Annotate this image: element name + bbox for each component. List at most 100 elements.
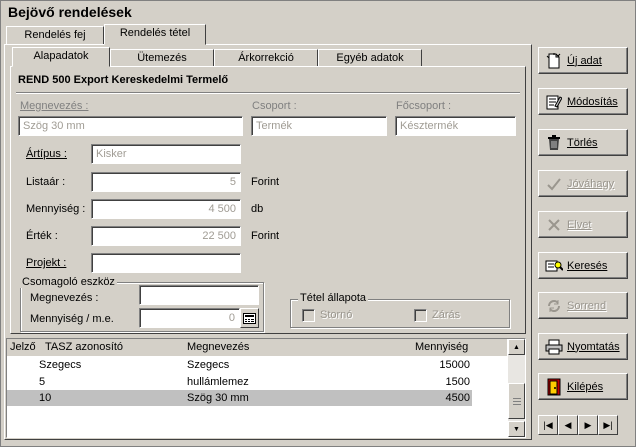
scroll-thumb[interactable] bbox=[508, 383, 525, 419]
torles-label: Törlés bbox=[567, 136, 598, 149]
artipus-field[interactable]: Kisker bbox=[91, 144, 241, 164]
row-tasz: 5 bbox=[39, 376, 46, 388]
tab-alapadatok[interactable]: Alapadatok bbox=[12, 47, 110, 67]
cancel-icon bbox=[545, 216, 563, 234]
csoport-field[interactable]: Termék bbox=[251, 116, 387, 136]
elvet-button[interactable]: Elvet bbox=[538, 211, 628, 238]
mennyiseg-label: Mennyiség : bbox=[26, 203, 86, 215]
nyomtatas-button[interactable]: Nyomtatás bbox=[538, 333, 628, 360]
calculator-icon bbox=[243, 312, 256, 324]
megnevezes-label: Megnevezés : bbox=[20, 100, 89, 112]
packaging-qty-field[interactable]: 0 bbox=[139, 308, 240, 328]
row-megnevezes: Szög 30 mm bbox=[187, 392, 249, 404]
ertek-label: Érték : bbox=[26, 230, 58, 242]
focsoport-label: Főcsoport : bbox=[396, 100, 452, 112]
modositas-button[interactable]: Módosítás bbox=[538, 88, 628, 115]
tab-rendeles-fej[interactable]: Rendelés fej bbox=[6, 26, 104, 45]
mennyiseg-field[interactable]: 4 500 bbox=[91, 199, 241, 219]
new-document-icon bbox=[545, 52, 563, 70]
table-row-selected[interactable]: 10 Szög 30 mm 4500 bbox=[7, 390, 472, 406]
row-megnevezes: Szegecs bbox=[187, 359, 230, 371]
jovahagy-label: Jóváhagy bbox=[567, 177, 615, 190]
record-navigator: |◀ ◀ ▶ ▶| bbox=[538, 415, 618, 435]
kilepes-label: Kilépés bbox=[567, 380, 604, 393]
items-grid: Jelző TASZ azonosító Megnevezés Mennyisé… bbox=[6, 338, 526, 438]
megnevezes-field[interactable]: Szög 30 mm bbox=[18, 116, 243, 136]
last-icon: ▶| bbox=[603, 419, 613, 430]
exit-door-icon bbox=[545, 378, 563, 396]
grip-icon bbox=[512, 397, 521, 405]
trash-icon bbox=[545, 134, 563, 152]
jovahagy-button[interactable]: Jóváhagy bbox=[538, 170, 628, 197]
table-row[interactable]: 5 hullámlemez 1500 bbox=[7, 374, 472, 390]
mennyiseg-unit: db bbox=[251, 203, 264, 215]
first-icon: |◀ bbox=[543, 419, 553, 430]
next-record-button[interactable]: ▶ bbox=[578, 415, 598, 435]
row-mennyiseg: 4500 bbox=[445, 392, 470, 404]
kereses-button[interactable]: Keresés bbox=[538, 252, 628, 279]
order-header: REND 500 Export Kereskedelmi Termelő bbox=[18, 74, 229, 86]
projekt-field[interactable] bbox=[91, 253, 241, 273]
focsoport-field[interactable]: Késztermék bbox=[395, 116, 516, 136]
listaar-label: Listaár : bbox=[26, 176, 66, 188]
projekt-label: Projekt : bbox=[26, 257, 67, 269]
listaar-field[interactable]: 5 bbox=[91, 172, 241, 192]
prev-icon: ◀ bbox=[564, 419, 572, 430]
uj-adat-label: Új adat bbox=[567, 54, 602, 67]
ertek-unit: Forint bbox=[251, 230, 280, 242]
tab-egyeb-adatok[interactable]: Egyéb adatok bbox=[318, 49, 422, 67]
ertek-field[interactable]: 22 500 bbox=[91, 226, 241, 246]
window-title: Bejövő rendelések bbox=[8, 4, 132, 20]
next-icon: ▶ bbox=[584, 419, 592, 430]
prev-record-button[interactable]: ◀ bbox=[558, 415, 578, 435]
scroll-up-button[interactable]: ▲ bbox=[508, 339, 525, 355]
col-megnevezes[interactable]: Megnevezés bbox=[187, 341, 249, 353]
artipus-label: Ártípus : bbox=[26, 148, 67, 160]
chevron-up-icon: ▲ bbox=[513, 343, 520, 351]
tab-utemezes[interactable]: Ütemezés bbox=[110, 49, 214, 67]
csoport-label: Csoport : bbox=[252, 100, 297, 112]
col-mennyiseg[interactable]: Mennyiség bbox=[415, 341, 468, 353]
kereses-label: Keresés bbox=[567, 259, 608, 272]
row-mennyiseg: 1500 bbox=[445, 376, 470, 388]
row-tasz: 10 bbox=[39, 392, 52, 404]
tab-arkorrekcio[interactable]: Árkorrekció bbox=[214, 49, 318, 67]
status-title: Tétel állapota bbox=[298, 292, 369, 304]
table-row[interactable]: Szegecs Szegecs 15000 bbox=[7, 357, 472, 373]
checkmark-icon bbox=[545, 175, 563, 193]
packaging-megnevezes-field[interactable] bbox=[139, 285, 259, 305]
scroll-down-button[interactable]: ▼ bbox=[508, 421, 525, 437]
calculator-button[interactable] bbox=[240, 308, 259, 328]
uj-adat-button[interactable]: Új adat bbox=[538, 47, 628, 74]
zaras-label: Zárás bbox=[432, 309, 461, 321]
zaras-checkbox[interactable] bbox=[414, 309, 427, 322]
row-tasz: Szegecs bbox=[39, 359, 82, 371]
torles-button[interactable]: Törlés bbox=[538, 129, 628, 156]
first-record-button[interactable]: |◀ bbox=[538, 415, 558, 435]
header-divider bbox=[16, 92, 520, 94]
sorrend-label: Sorrend bbox=[567, 299, 607, 312]
tab-rendeles-tetel[interactable]: Rendelés tétel bbox=[104, 24, 206, 45]
row-mennyiseg: 15000 bbox=[439, 359, 470, 371]
sort-icon bbox=[545, 297, 563, 315]
edit-icon bbox=[545, 93, 563, 111]
nyomtatas-label: Nyomtatás bbox=[567, 340, 620, 353]
packaging-title: Csomagoló eszköz bbox=[20, 276, 117, 288]
row-megnevezes: hullámlemez bbox=[187, 376, 249, 388]
storno-checkbox[interactable] bbox=[302, 309, 315, 322]
chevron-down-icon: ▼ bbox=[513, 425, 520, 433]
grid-header: Jelző TASZ azonosító Megnevezés Mennyisé… bbox=[7, 339, 507, 356]
col-jelzo[interactable]: Jelző bbox=[10, 341, 36, 353]
kilepes-button[interactable]: Kilépés bbox=[538, 373, 628, 400]
modositas-label: Módosítás bbox=[567, 95, 618, 108]
sorrend-button[interactable]: Sorrend bbox=[538, 292, 628, 319]
grid-scrollbar[interactable]: ▲ ▼ bbox=[508, 339, 525, 437]
last-record-button[interactable]: ▶| bbox=[598, 415, 618, 435]
search-icon bbox=[545, 257, 563, 275]
packaging-qty-label: Mennyiség / m.e. bbox=[30, 313, 114, 325]
col-tasz[interactable]: TASZ azonosító bbox=[45, 341, 123, 353]
printer-icon bbox=[545, 338, 563, 356]
storno-label: Stornó bbox=[320, 309, 353, 321]
elvet-label: Elvet bbox=[567, 218, 592, 231]
packaging-megnevezes-label: Megnevezés : bbox=[30, 292, 99, 304]
